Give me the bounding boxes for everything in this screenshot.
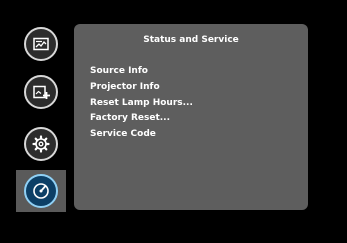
menu-item-service-code[interactable]: Service Code xyxy=(90,127,193,143)
menu-item-reset-lamp-hours[interactable]: Reset Lamp Hours... xyxy=(90,96,193,112)
menu-item-projector-info[interactable]: Projector Info xyxy=(90,80,193,96)
menu-item-factory-reset[interactable]: Factory Reset... xyxy=(90,111,193,127)
sidebar xyxy=(0,0,70,243)
sidebar-item-image-settings[interactable] xyxy=(16,23,66,65)
panel-title: Status and Service xyxy=(143,35,239,45)
sidebar-item-status-service[interactable] xyxy=(16,170,66,212)
advanced-settings-icon xyxy=(24,75,58,109)
status-service-panel: Status and Service Source Info Projector… xyxy=(74,24,308,210)
service-gauge-icon xyxy=(24,174,58,208)
sidebar-item-setup[interactable] xyxy=(16,123,66,165)
menu-item-source-info[interactable]: Source Info xyxy=(90,64,193,80)
gear-icon xyxy=(24,127,58,161)
image-settings-icon xyxy=(24,27,58,61)
service-menu-list: Source Info Projector Info Reset Lamp Ho… xyxy=(90,64,193,143)
sidebar-item-advanced-settings[interactable] xyxy=(16,71,66,113)
